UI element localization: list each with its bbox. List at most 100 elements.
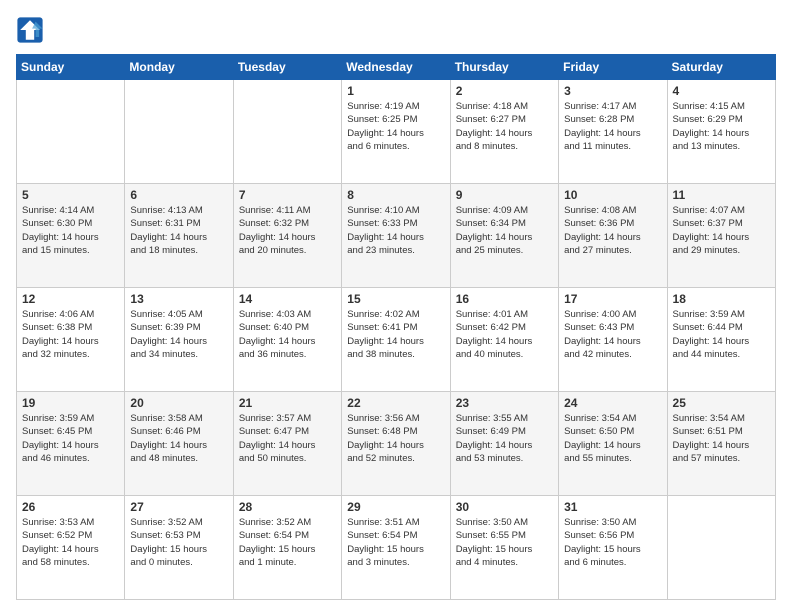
calendar-cell: 15 Sunrise: 4:02 AM Sunset: 6:41 PM Dayli… — [342, 288, 450, 392]
day-info: Sunrise: 3:52 AM Sunset: 6:54 PM Dayligh… — [239, 516, 336, 569]
calendar-cell: 1 Sunrise: 4:19 AM Sunset: 6:25 PM Daylig… — [342, 80, 450, 184]
day-info: Sunrise: 4:19 AM Sunset: 6:25 PM Dayligh… — [347, 100, 444, 153]
day-number: 7 — [239, 188, 336, 202]
day-number: 17 — [564, 292, 661, 306]
day-number: 23 — [456, 396, 553, 410]
calendar-cell: 3 Sunrise: 4:17 AM Sunset: 6:28 PM Daylig… — [559, 80, 667, 184]
calendar-cell: 18Sunrise: 3:59 AM Sunset: 6:44 PM Dayli… — [667, 288, 775, 392]
calendar-cell: 2 Sunrise: 4:18 AM Sunset: 6:27 PM Daylig… — [450, 80, 558, 184]
calendar-cell: 5Sunrise: 4:14 AM Sunset: 6:30 PM Daylig… — [17, 184, 125, 288]
calendar-cell: 28 Sunrise: 3:52 AM Sunset: 6:54 PM Dayli… — [233, 496, 341, 600]
calendar-cell: 12 Sunrise: 4:06 AM Sunset: 6:38 PM Dayli… — [17, 288, 125, 392]
calendar-cell: 29Sunrise: 3:51 AM Sunset: 6:54 PM Dayli… — [342, 496, 450, 600]
calendar-cell: 19 Sunrise: 3:59 AM Sunset: 6:45 PM Dayli… — [17, 392, 125, 496]
day-number: 9 — [456, 188, 553, 202]
day-number: 29 — [347, 500, 444, 514]
day-number: 16 — [456, 292, 553, 306]
day-number: 3 — [564, 84, 661, 98]
day-info: Sunrise: 3:59 AM Sunset: 6:45 PM Dayligh… — [22, 412, 119, 465]
calendar-cell — [667, 496, 775, 600]
day-info: Sunrise: 3:50 AM Sunset: 6:55 PM Dayligh… — [456, 516, 553, 569]
day-number: 10 — [564, 188, 661, 202]
calendar-cell: 23 Sunrise: 3:55 AM Sunset: 6:49 PM Dayli… — [450, 392, 558, 496]
calendar-cell: 25 Sunrise: 3:54 AM Sunset: 6:51 PM Dayli… — [667, 392, 775, 496]
day-number: 13 — [130, 292, 227, 306]
header — [16, 16, 776, 44]
day-number: 19 — [22, 396, 119, 410]
calendar-cell: 17 Sunrise: 4:00 AM Sunset: 6:43 PM Dayli… — [559, 288, 667, 392]
calendar-cell: 20 Sunrise: 3:58 AM Sunset: 6:46 PM Dayli… — [125, 392, 233, 496]
day-number: 22 — [347, 396, 444, 410]
day-number: 24 — [564, 396, 661, 410]
weekday-header-wednesday: Wednesday — [342, 55, 450, 80]
day-info: Sunrise: 4:09 AM Sunset: 6:34 PM Dayligh… — [456, 204, 553, 257]
calendar-cell: 8 Sunrise: 4:10 AM Sunset: 6:33 PM Daylig… — [342, 184, 450, 288]
calendar-cell: 6Sunrise: 4:13 AM Sunset: 6:31 PM Daylig… — [125, 184, 233, 288]
weekday-header-monday: Monday — [125, 55, 233, 80]
day-info: Sunrise: 4:18 AM Sunset: 6:27 PM Dayligh… — [456, 100, 553, 153]
day-info: Sunrise: 4:00 AM Sunset: 6:43 PM Dayligh… — [564, 308, 661, 361]
weekday-header-saturday: Saturday — [667, 55, 775, 80]
weekday-header-row: SundayMondayTuesdayWednesdayThursdayFrid… — [17, 55, 776, 80]
weekday-header-thursday: Thursday — [450, 55, 558, 80]
day-number: 8 — [347, 188, 444, 202]
day-number: 28 — [239, 500, 336, 514]
calendar-cell — [125, 80, 233, 184]
day-number: 2 — [456, 84, 553, 98]
day-info: Sunrise: 3:58 AM Sunset: 6:46 PM Dayligh… — [130, 412, 227, 465]
day-number: 5 — [22, 188, 119, 202]
day-number: 6 — [130, 188, 227, 202]
day-number: 12 — [22, 292, 119, 306]
weekday-header-sunday: Sunday — [17, 55, 125, 80]
day-number: 20 — [130, 396, 227, 410]
calendar-cell: 10 Sunrise: 4:08 AM Sunset: 6:36 PM Dayli… — [559, 184, 667, 288]
calendar-cell: 9 Sunrise: 4:09 AM Sunset: 6:34 PM Daylig… — [450, 184, 558, 288]
day-info: Sunrise: 4:08 AM Sunset: 6:36 PM Dayligh… — [564, 204, 661, 257]
calendar-cell: 27 Sunrise: 3:52 AM Sunset: 6:53 PM Dayli… — [125, 496, 233, 600]
weekday-header-friday: Friday — [559, 55, 667, 80]
calendar-cell — [233, 80, 341, 184]
day-info: Sunrise: 4:03 AM Sunset: 6:40 PM Dayligh… — [239, 308, 336, 361]
day-info: Sunrise: 3:56 AM Sunset: 6:48 PM Dayligh… — [347, 412, 444, 465]
day-info: Sunrise: 4:07 AM Sunset: 6:37 PM Dayligh… — [673, 204, 770, 257]
day-number: 11 — [673, 188, 770, 202]
day-info: Sunrise: 4:01 AM Sunset: 6:42 PM Dayligh… — [456, 308, 553, 361]
day-number: 15 — [347, 292, 444, 306]
calendar-week-row: 26Sunrise: 3:53 AM Sunset: 6:52 PM Dayli… — [17, 496, 776, 600]
calendar-cell — [17, 80, 125, 184]
day-number: 27 — [130, 500, 227, 514]
calendar-cell: 13 Sunrise: 4:05 AM Sunset: 6:39 PM Dayli… — [125, 288, 233, 392]
day-info: Sunrise: 3:59 AM Sunset: 6:44 PM Dayligh… — [673, 308, 770, 361]
day-info: Sunrise: 3:57 AM Sunset: 6:47 PM Dayligh… — [239, 412, 336, 465]
calendar-cell: 21Sunrise: 3:57 AM Sunset: 6:47 PM Dayli… — [233, 392, 341, 496]
day-number: 26 — [22, 500, 119, 514]
calendar-cell: 31Sunrise: 3:50 AM Sunset: 6:56 PM Dayli… — [559, 496, 667, 600]
day-info: Sunrise: 4:06 AM Sunset: 6:38 PM Dayligh… — [22, 308, 119, 361]
day-info: Sunrise: 3:50 AM Sunset: 6:56 PM Dayligh… — [564, 516, 661, 569]
calendar-cell: 30 Sunrise: 3:50 AM Sunset: 6:55 PM Dayli… — [450, 496, 558, 600]
calendar-week-row: 19 Sunrise: 3:59 AM Sunset: 6:45 PM Dayli… — [17, 392, 776, 496]
day-info: Sunrise: 4:11 AM Sunset: 6:32 PM Dayligh… — [239, 204, 336, 257]
day-number: 25 — [673, 396, 770, 410]
calendar-cell: 11 Sunrise: 4:07 AM Sunset: 6:37 PM Dayli… — [667, 184, 775, 288]
day-number: 14 — [239, 292, 336, 306]
calendar-cell: 16 Sunrise: 4:01 AM Sunset: 6:42 PM Dayli… — [450, 288, 558, 392]
day-info: Sunrise: 4:02 AM Sunset: 6:41 PM Dayligh… — [347, 308, 444, 361]
day-number: 30 — [456, 500, 553, 514]
day-info: Sunrise: 4:10 AM Sunset: 6:33 PM Dayligh… — [347, 204, 444, 257]
day-info: Sunrise: 3:55 AM Sunset: 6:49 PM Dayligh… — [456, 412, 553, 465]
calendar-cell: 14 Sunrise: 4:03 AM Sunset: 6:40 PM Dayli… — [233, 288, 341, 392]
calendar-cell: 4Sunrise: 4:15 AM Sunset: 6:29 PM Daylig… — [667, 80, 775, 184]
day-info: Sunrise: 4:05 AM Sunset: 6:39 PM Dayligh… — [130, 308, 227, 361]
day-info: Sunrise: 4:15 AM Sunset: 6:29 PM Dayligh… — [673, 100, 770, 153]
day-info: Sunrise: 3:54 AM Sunset: 6:51 PM Dayligh… — [673, 412, 770, 465]
calendar-cell: 24 Sunrise: 3:54 AM Sunset: 6:50 PM Dayli… — [559, 392, 667, 496]
day-info: Sunrise: 3:54 AM Sunset: 6:50 PM Dayligh… — [564, 412, 661, 465]
weekday-header-tuesday: Tuesday — [233, 55, 341, 80]
page: SundayMondayTuesdayWednesdayThursdayFrid… — [0, 0, 792, 612]
day-info: Sunrise: 3:52 AM Sunset: 6:53 PM Dayligh… — [130, 516, 227, 569]
day-number: 1 — [347, 84, 444, 98]
calendar-week-row: 5Sunrise: 4:14 AM Sunset: 6:30 PM Daylig… — [17, 184, 776, 288]
logo — [16, 16, 48, 44]
day-info: Sunrise: 4:17 AM Sunset: 6:28 PM Dayligh… — [564, 100, 661, 153]
